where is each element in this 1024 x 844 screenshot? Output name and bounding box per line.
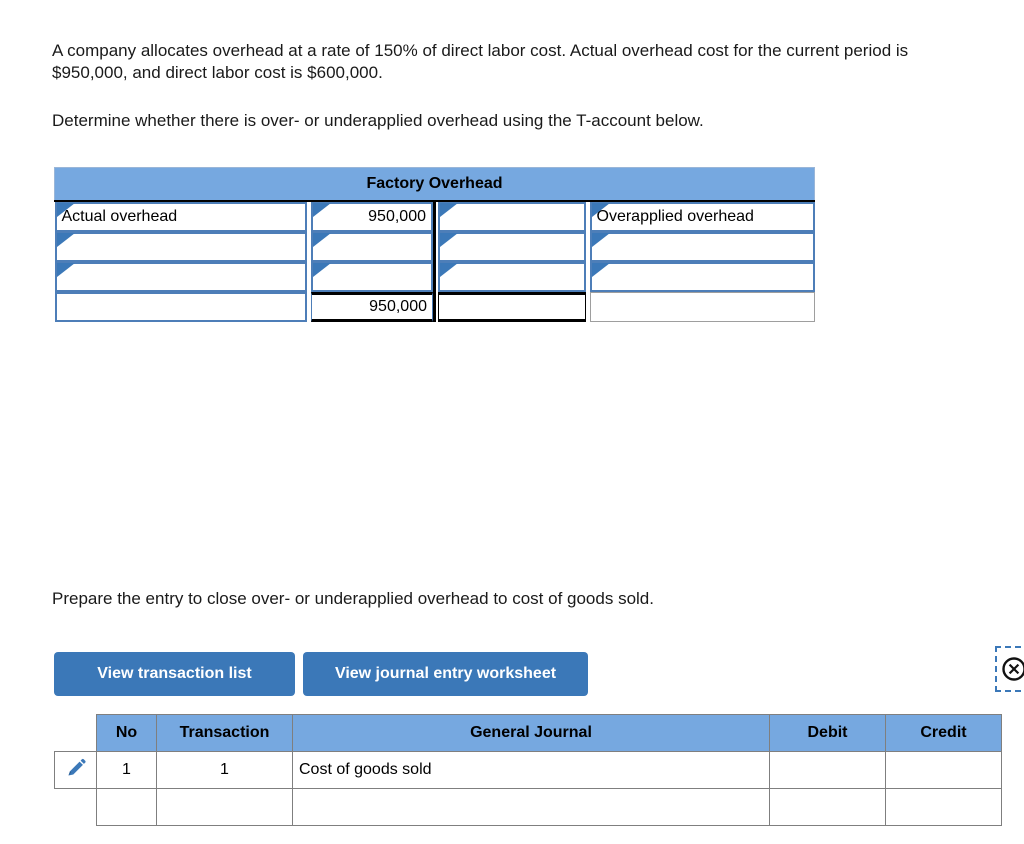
prepare-entry-instruction: Prepare the entry to close over- or unde… xyxy=(52,589,654,608)
t-account-total-credit-amount-cell xyxy=(437,292,586,322)
journal-cell-no[interactable] xyxy=(96,788,157,826)
journal-cell-debit[interactable] xyxy=(769,751,886,789)
determine-instruction: Determine whether there is over- or unde… xyxy=(52,111,704,130)
journal-edit-row-button[interactable] xyxy=(54,751,97,789)
t-account-row xyxy=(54,232,815,262)
t-account-debit-label-cell[interactable] xyxy=(54,262,307,292)
journal-header-credit: Credit xyxy=(885,714,1002,752)
blue-triangle-marker-icon xyxy=(56,233,75,247)
blue-triangle-marker-icon xyxy=(56,263,75,277)
blue-triangle-marker-icon xyxy=(591,233,610,247)
journal-header-row: No Transaction General Journal Debit Cre… xyxy=(55,714,1002,752)
journal-cell-transaction[interactable] xyxy=(156,788,293,826)
t-account-credit-amount-cell[interactable] xyxy=(437,202,586,232)
blue-triangle-marker-icon xyxy=(312,203,331,217)
journal-table-row xyxy=(54,788,1002,826)
blue-triangle-marker-icon xyxy=(439,263,458,277)
journal-cell-credit[interactable] xyxy=(885,788,1002,826)
t-account-row: Actual overhead 950,000 Overapplied over… xyxy=(54,201,815,232)
blue-triangle-marker-icon xyxy=(439,233,458,247)
t-account-total-debit-amount-text: 950,000 xyxy=(369,298,427,315)
blue-triangle-marker-icon xyxy=(439,203,458,217)
t-account-row xyxy=(54,262,815,292)
journal-cell-no[interactable]: 1 xyxy=(96,751,157,789)
t-account-credit-label-cell[interactable]: Overapplied overhead xyxy=(589,202,815,232)
journal-edit-column-header xyxy=(55,715,97,752)
t-account-credit-amount-cell[interactable] xyxy=(437,262,586,292)
t-account-debit-label-cell[interactable] xyxy=(54,232,307,262)
journal-cell-credit[interactable] xyxy=(885,751,1002,789)
journal-header-debit: Debit xyxy=(769,714,886,752)
t-account-title: Factory Overhead xyxy=(53,167,816,202)
t-account-debit-amount-cell[interactable] xyxy=(310,262,433,292)
blue-triangle-marker-icon xyxy=(591,263,610,277)
t-account-credit-label-cell[interactable] xyxy=(589,262,815,292)
blue-triangle-marker-icon xyxy=(56,203,75,217)
t-account-header-row: Factory Overhead xyxy=(53,167,816,202)
journal-header-general-journal: General Journal xyxy=(292,714,770,752)
blue-triangle-marker-icon xyxy=(312,263,331,277)
journal-table-row: 1 1 Cost of goods sold xyxy=(54,751,1002,789)
journal-cell-general-journal[interactable]: Cost of goods sold xyxy=(292,751,770,789)
view-journal-entry-worksheet-button[interactable]: View journal entry worksheet xyxy=(303,652,588,696)
journal-edit-row-button[interactable] xyxy=(54,788,97,826)
t-account-total-credit-label-cell xyxy=(589,292,815,322)
journal-cell-transaction[interactable]: 1 xyxy=(156,751,293,789)
view-transaction-list-button[interactable]: View transaction list xyxy=(54,652,295,696)
blue-triangle-marker-icon xyxy=(591,203,610,217)
problem-statement: A company allocates overhead at a rate o… xyxy=(52,41,909,82)
t-account-debit-amount-cell[interactable] xyxy=(310,232,433,262)
journal-header-transaction: Transaction xyxy=(156,714,293,752)
close-widget-container[interactable] xyxy=(995,646,1024,692)
t-account-total-row: 950,000 xyxy=(54,292,815,322)
blue-triangle-marker-icon xyxy=(312,233,331,247)
general-journal-table: No Transaction General Journal Debit Cre… xyxy=(54,714,1002,826)
t-account-debit-label-text: Actual overhead xyxy=(61,208,178,225)
journal-header-no: No xyxy=(96,714,157,752)
journal-cell-debit[interactable] xyxy=(769,788,886,826)
t-account-debit-label-cell[interactable]: Actual overhead xyxy=(54,202,307,232)
t-account-credit-label-text: Overapplied overhead xyxy=(596,208,754,225)
t-account-debit-amount-cell[interactable]: 950,000 xyxy=(310,202,433,232)
t-account-credit-amount-cell[interactable] xyxy=(437,232,586,262)
pencil-icon[interactable] xyxy=(65,757,87,779)
journal-cell-general-journal[interactable] xyxy=(292,788,770,826)
t-account-table: Factory Overhead Actual overhead 950,000 xyxy=(53,167,816,322)
t-account-total-debit-label-cell[interactable] xyxy=(54,292,307,322)
t-account-credit-label-cell[interactable] xyxy=(589,232,815,262)
close-circle-icon[interactable] xyxy=(1001,656,1024,682)
t-account-total-debit-amount-cell: 950,000 xyxy=(310,292,433,322)
